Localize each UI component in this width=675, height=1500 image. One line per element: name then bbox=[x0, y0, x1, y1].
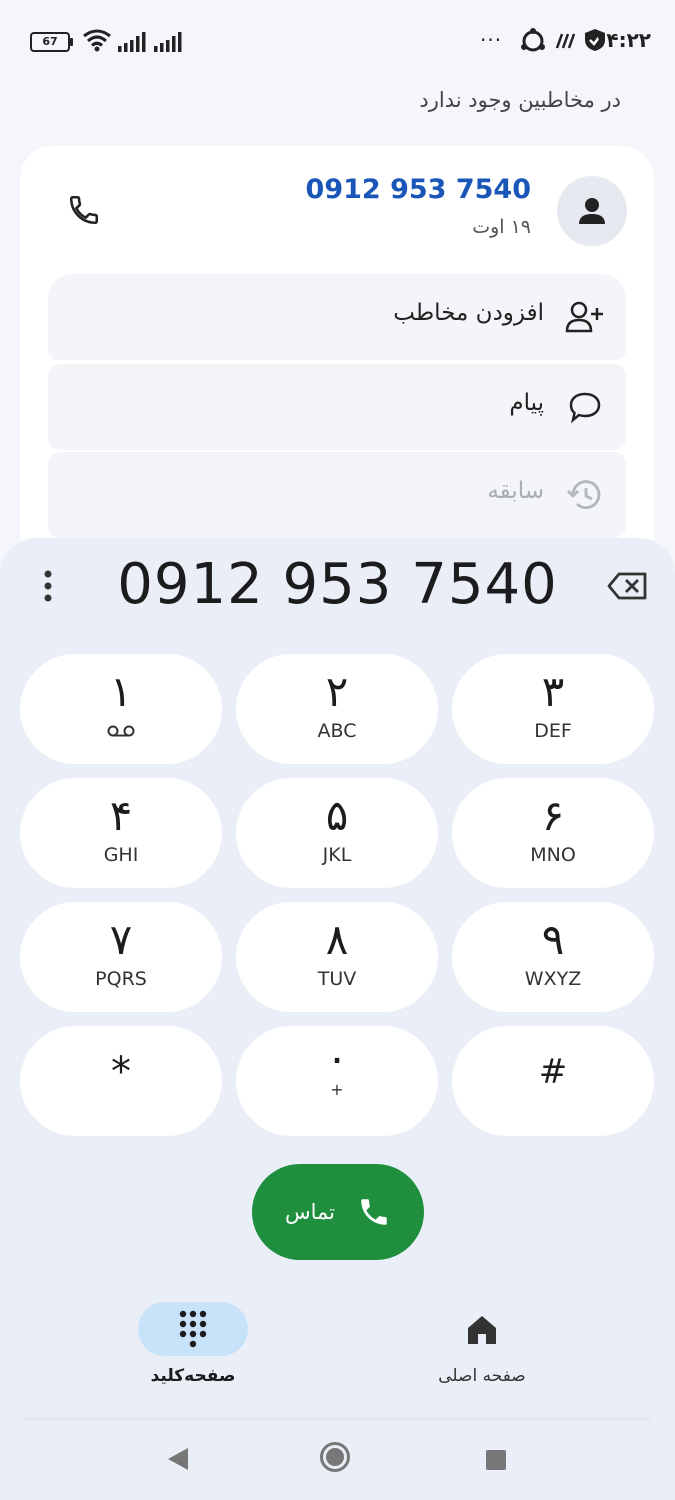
key-digit: ۰ bbox=[325, 1033, 349, 1082]
key-1[interactable]: ۱ bbox=[20, 654, 222, 764]
key-0[interactable]: ۰ + bbox=[236, 1026, 438, 1136]
history-label: سابقه bbox=[487, 478, 544, 504]
key-3[interactable]: ۳ DEF bbox=[452, 654, 654, 764]
key-5[interactable]: ۵ JKL bbox=[236, 778, 438, 888]
key-6[interactable]: ۶ MNO bbox=[452, 778, 654, 888]
key-digit: ۸ bbox=[325, 915, 349, 964]
key-digit: ۵ bbox=[325, 791, 349, 840]
nav-keypad-tab[interactable] bbox=[138, 1302, 248, 1356]
call-button[interactable]: تماس bbox=[252, 1164, 424, 1260]
key-digit: ۶ bbox=[541, 791, 565, 840]
key-digit: ۲ bbox=[325, 667, 349, 716]
key-digit: ۳ bbox=[541, 667, 565, 716]
more-options-button[interactable] bbox=[30, 566, 66, 606]
key-digit: ۷ bbox=[109, 915, 133, 964]
recents-icon[interactable] bbox=[486, 1450, 506, 1470]
key-letters: DEF bbox=[534, 720, 572, 742]
back-icon[interactable] bbox=[166, 1446, 190, 1472]
not-in-contacts-label: در مخاطبین وجود ندارد bbox=[419, 88, 621, 112]
dialpad-icon bbox=[179, 1310, 207, 1348]
message-label: پیام bbox=[509, 390, 544, 416]
key-hash[interactable]: # bbox=[452, 1026, 654, 1136]
phone-icon bbox=[361, 1199, 387, 1225]
home-icon bbox=[468, 1316, 496, 1344]
voicemail-icon bbox=[20, 720, 222, 742]
add-person-icon bbox=[564, 296, 606, 338]
divider bbox=[24, 1418, 651, 1420]
key-digit: ۹ bbox=[541, 915, 565, 964]
battery-indicator: 67 bbox=[30, 32, 73, 52]
status-time: ۱۴:۲۲ bbox=[594, 28, 651, 52]
add-contact-button[interactable]: افزودن مخاطب bbox=[48, 274, 626, 360]
app-notification-icon bbox=[521, 28, 545, 52]
call-label: تماس bbox=[284, 1200, 336, 1224]
key-digit: # bbox=[538, 1052, 568, 1092]
phone-icon bbox=[69, 195, 99, 225]
history-button: سابقه bbox=[48, 452, 626, 538]
history-icon bbox=[564, 474, 606, 516]
signal-icon bbox=[118, 32, 146, 52]
contact-number[interactable]: 0912 953 7540 bbox=[306, 174, 531, 205]
key-9[interactable]: ۹ WXYZ bbox=[452, 902, 654, 1012]
message-button[interactable]: پیام bbox=[48, 364, 626, 450]
key-2[interactable]: ۲ ABC bbox=[236, 654, 438, 764]
signal-icon bbox=[154, 32, 182, 52]
key-letters: + bbox=[330, 1080, 344, 1099]
backspace-button[interactable] bbox=[604, 568, 650, 604]
dialed-number[interactable]: 0912 953 7540 bbox=[100, 552, 575, 617]
key-letters: JKL bbox=[322, 844, 352, 866]
key-digit: * bbox=[111, 1049, 131, 1095]
key-digit: ۴ bbox=[109, 791, 133, 840]
call-contact-button[interactable] bbox=[62, 188, 106, 232]
key-letters: WXYZ bbox=[524, 968, 582, 990]
key-letters: PQRS bbox=[95, 968, 147, 990]
message-icon bbox=[564, 386, 606, 428]
nav-home-label: صفحه اصلی bbox=[438, 1366, 526, 1386]
key-letters: ABC bbox=[317, 720, 357, 742]
key-star[interactable]: * bbox=[20, 1026, 222, 1136]
key-7[interactable]: ۷ PQRS bbox=[20, 902, 222, 1012]
add-contact-label: افزودن مخاطب bbox=[393, 300, 544, 326]
app-notification-icon bbox=[555, 33, 576, 49]
backspace-icon bbox=[607, 572, 647, 600]
key-8[interactable]: ۸ TUV bbox=[236, 902, 438, 1012]
person-icon bbox=[579, 198, 605, 224]
key-4[interactable]: ۴ GHI bbox=[20, 778, 222, 888]
wifi-icon bbox=[83, 29, 111, 52]
call-date: ۱۹ اوت bbox=[472, 216, 531, 238]
key-letters: MNO bbox=[530, 844, 576, 866]
more-vert-icon bbox=[44, 570, 52, 602]
nav-keypad-label: صفحه‌کلید bbox=[150, 1366, 236, 1386]
key-letters: TUV bbox=[317, 968, 357, 990]
key-letters: GHI bbox=[103, 844, 139, 866]
avatar bbox=[557, 176, 627, 246]
system-home-button[interactable] bbox=[320, 1442, 350, 1472]
more-notifications-indicator: ··· bbox=[480, 28, 503, 52]
nav-home-tab[interactable] bbox=[454, 1308, 510, 1352]
key-digit: ۱ bbox=[109, 667, 133, 716]
